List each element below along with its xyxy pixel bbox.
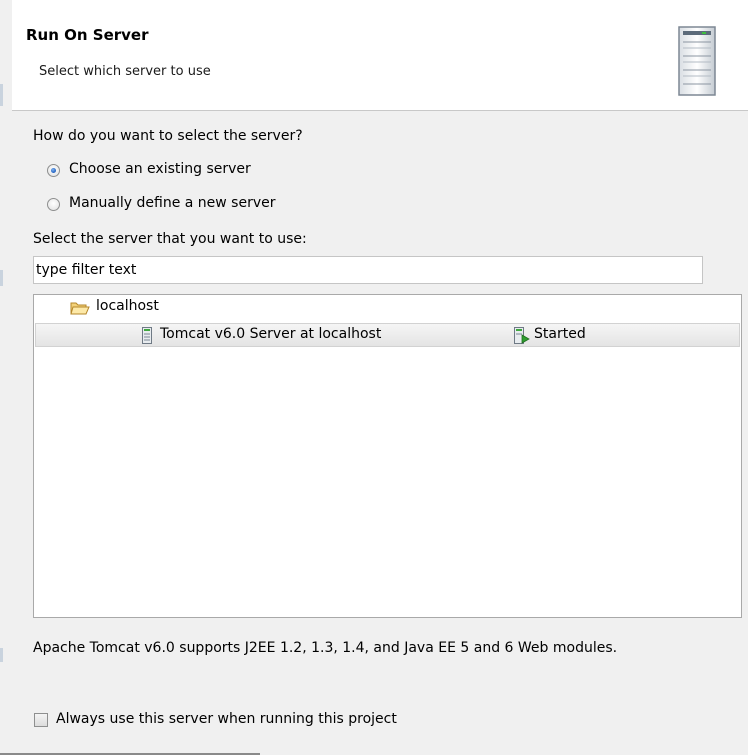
tree-node-localhost-label: localhost [96,298,159,314]
always-use-label[interactable]: Always use this server when running this… [56,711,397,727]
server-started-icon [514,327,530,344]
server-description: Apache Tomcat v6.0 supports J2EE 1.2, 1.… [33,640,618,656]
server-state: Started [534,326,586,342]
radio-existing-server-label[interactable]: Choose an existing server [69,161,251,177]
server-list-label: Select the server that you want to use: [33,231,307,247]
server-tree[interactable]: localhost Tomcat v6.0 Server at localhos… [33,294,742,618]
radio-existing-server[interactable] [47,164,60,177]
folder-open-icon [70,302,90,315]
window-edge [0,0,12,755]
edge-mark [0,270,3,286]
server-tower-icon [678,26,716,96]
radio-new-server-label[interactable]: Manually define a new server [69,195,276,211]
edge-mark [0,648,3,662]
dialog-header: Run On Server Select which server to use [12,0,748,111]
select-method-question: How do you want to select the server? [33,128,303,144]
tree-node-tomcat-server[interactable]: Tomcat v6.0 Server at localhost Started [35,323,740,347]
filter-input[interactable] [33,256,703,284]
dialog-subtitle: Select which server to use [39,64,211,79]
edge-mark [0,84,3,106]
radio-selected-dot [51,168,56,173]
server-icon [142,327,152,344]
dialog-title: Run On Server [26,26,149,44]
always-use-checkbox[interactable] [34,713,48,727]
radio-new-server[interactable] [47,198,60,211]
server-name: Tomcat v6.0 Server at localhost [160,326,382,342]
